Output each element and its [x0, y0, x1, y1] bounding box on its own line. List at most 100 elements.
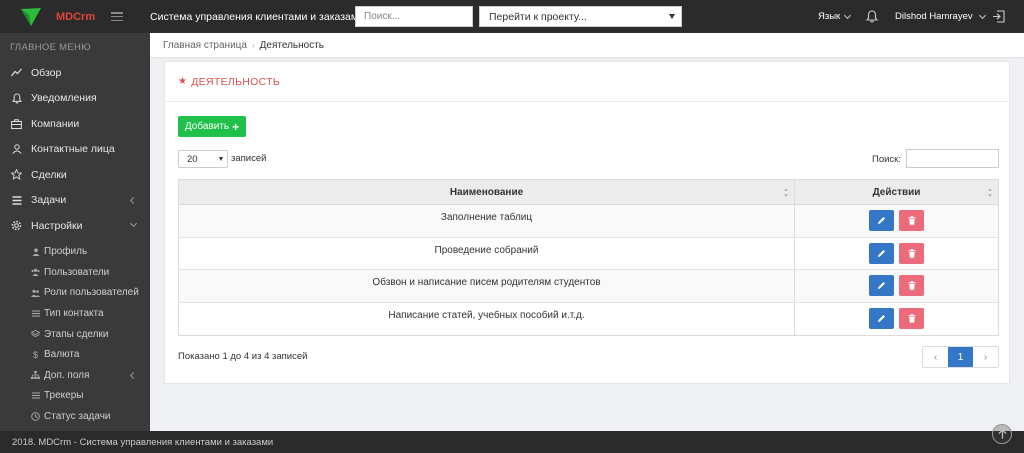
delete-button[interactable] — [899, 308, 924, 330]
column-header-name[interactable]: Наименование — [179, 180, 795, 204]
pagination-prev-button[interactable]: ‹ — [923, 347, 948, 367]
caret-down-icon — [669, 14, 675, 19]
user-icon — [11, 144, 22, 155]
table-search-input[interactable] — [906, 149, 999, 168]
project-select-value: Перейти к проекту... — [489, 10, 587, 23]
chart-line-icon — [11, 67, 22, 78]
sidebar-subitem-deal-stages[interactable]: Этапы сделки — [0, 324, 150, 345]
sidebar-subitem-label: Валюта — [44, 349, 80, 361]
sidebar-subitem-task-status[interactable]: Статус задачи — [0, 406, 150, 427]
table-row: Написание статей, учебных пособий и.т.д. — [179, 302, 998, 335]
trash-icon — [908, 216, 915, 226]
delete-button[interactable] — [899, 210, 924, 232]
sidebar-subitem-label: Тип контакта — [44, 308, 104, 320]
sidebar-subitem-profile[interactable]: Профиль — [0, 242, 150, 263]
sidebar-subitem-user-roles[interactable]: Роли пользователей — [0, 283, 150, 304]
user-name: Dilshod Hamrayev — [895, 11, 973, 22]
sidebar-item-contacts[interactable]: Контактные лица — [0, 137, 150, 163]
breadcrumb-home-link[interactable]: Главная страница — [163, 40, 247, 51]
brand[interactable]: MDCrm — [0, 0, 150, 33]
delete-button[interactable] — [899, 275, 924, 297]
table-cell-actions — [795, 270, 998, 302]
settings-submenu: Профиль Пользователи Роли пользователей … — [0, 239, 150, 427]
bell-icon — [11, 93, 22, 104]
layers-icon — [31, 330, 40, 339]
logo-icon — [21, 7, 41, 26]
scroll-to-top-button[interactable] — [992, 424, 1012, 444]
sidebar-subitem-currency[interactable]: $ Валюта — [0, 344, 150, 365]
sidebar-subitem-label: Этапы сделки — [44, 328, 109, 340]
language-label: Язык — [818, 11, 841, 22]
dollar-icon: $ — [32, 349, 38, 360]
edit-button[interactable] — [869, 308, 894, 330]
page-length-label: записей — [231, 153, 267, 164]
column-header-actions[interactable]: Действии — [795, 180, 998, 204]
project-select[interactable]: Перейти к проекту... — [479, 6, 682, 27]
table-row: Обзвон и написание писем родителям студе… — [179, 270, 998, 303]
pencil-icon — [878, 249, 885, 257]
pencil-icon — [878, 217, 885, 225]
user-menu[interactable]: Dilshod Hamrayev — [895, 11, 986, 22]
brand-name: MDCrm — [56, 10, 96, 23]
sidebar-item-label: Обзор — [31, 66, 62, 79]
sidebar-subitem-label: Статус задачи — [44, 411, 111, 423]
edit-button[interactable] — [869, 242, 894, 264]
list-icon — [31, 391, 40, 400]
delete-button[interactable] — [899, 242, 924, 264]
briefcase-icon — [11, 118, 22, 129]
trash-icon — [908, 248, 915, 258]
sidebar-subitem-label: Трекеры — [44, 390, 84, 402]
sidebar: ГЛАВНОЕ МЕНЮ Обзор Уведомления Компании … — [0, 33, 150, 431]
chevron-down-icon — [129, 219, 138, 228]
sidebar-subitem-contact-type[interactable]: Тип контакта — [0, 303, 150, 324]
logout-icon[interactable] — [992, 10, 1005, 23]
language-dropdown[interactable]: Язык — [818, 11, 852, 22]
sidebar-item-label: Настройки — [31, 219, 83, 232]
edit-button[interactable] — [869, 210, 894, 232]
sidebar-item-deals[interactable]: Сделки — [0, 162, 150, 188]
sidebar-subitem-users[interactable]: Пользователи — [0, 262, 150, 283]
trash-icon — [908, 314, 915, 324]
sidebar-item-settings[interactable]: Настройки — [0, 213, 150, 239]
star-icon — [11, 169, 22, 181]
caret-down-icon — [219, 157, 223, 161]
sidebar-subitem-trackers[interactable]: Трекеры — [0, 386, 150, 407]
menu-toggle-icon[interactable] — [111, 12, 124, 21]
users-icon — [31, 288, 40, 297]
page-length-value: 20 — [187, 153, 198, 165]
table-info: Показано 1 до 4 из 4 записей — [178, 351, 308, 362]
table-header: Наименование Действии — [179, 180, 998, 205]
sidebar-item-overview[interactable]: Обзор — [0, 60, 150, 86]
users-icon — [31, 268, 40, 277]
pencil-icon — [878, 282, 885, 290]
filter-label: Поиск: — [872, 154, 901, 165]
sidebar-item-notifications[interactable]: Уведомления — [0, 86, 150, 112]
sidebar-item-companies[interactable]: Компании — [0, 111, 150, 137]
search-input[interactable] — [355, 6, 473, 27]
sidebar-item-tasks[interactable]: Задачи — [0, 188, 150, 214]
plus-icon: + — [232, 119, 240, 134]
pencil-icon — [878, 315, 885, 323]
add-button[interactable]: Добавить + — [178, 116, 246, 137]
column-header-label: Наименование — [449, 186, 524, 198]
chevron-left-icon — [129, 372, 138, 380]
sort-icon — [784, 188, 789, 197]
add-button-label: Добавить — [184, 121, 230, 132]
chevron-down-icon — [844, 11, 852, 19]
pagination-page-button[interactable]: 1 — [948, 347, 973, 367]
sidebar-heading: ГЛАВНОЕ МЕНЮ — [10, 42, 92, 53]
sidebar-subitem-custom-fields[interactable]: Доп. поля — [0, 365, 150, 386]
sidebar-item-label: Компании — [31, 117, 80, 130]
pagination-next-button[interactable]: › — [973, 347, 998, 367]
sidebar-item-label: Задачи — [31, 194, 67, 207]
activity-panel: ★ ДЕЯТЕЛЬНОСТЬ Добавить + 20 записей Пои… — [164, 61, 1010, 384]
edit-button[interactable] — [869, 275, 894, 297]
sidebar-subitem-label: Роли пользователей — [44, 287, 139, 299]
page-length-select[interactable]: 20 — [178, 150, 228, 168]
panel-header: ★ ДЕЯТЕЛЬНОСТЬ — [165, 62, 1009, 102]
gear-icon — [11, 220, 22, 231]
pagination: ‹ 1 › — [922, 346, 999, 368]
table-row: Заполнение таблиц — [179, 205, 998, 238]
notifications-bell-icon[interactable] — [866, 10, 878, 23]
column-header-label: Действии — [872, 186, 921, 198]
